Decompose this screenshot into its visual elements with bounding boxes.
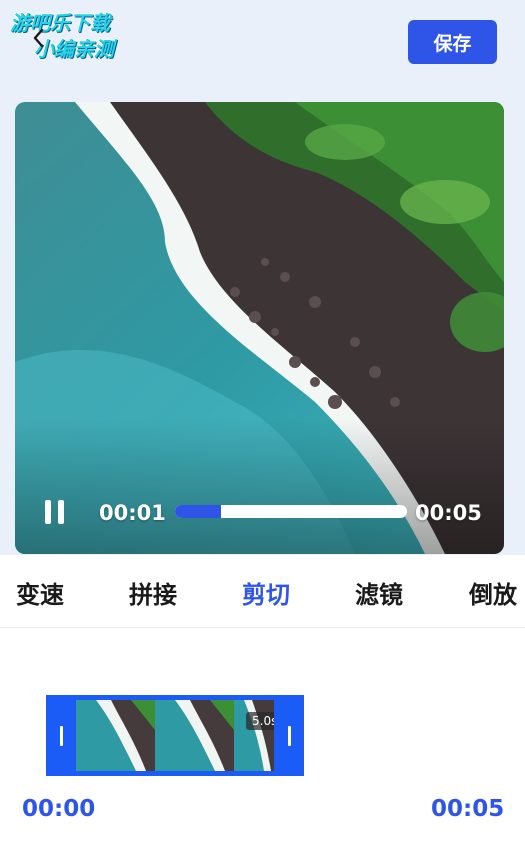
chevron-left-icon [33,28,44,48]
save-button[interactable]: 保存 [408,20,497,64]
trim-handle-left[interactable] [46,695,76,776]
current-time: 00:01 [99,501,166,525]
back-button[interactable] [28,26,48,50]
timeline-frames: 5.0s [76,700,274,771]
video-player[interactable]: 00:01 00:05 [15,102,504,554]
progress-fill [175,505,222,518]
playback-progress-bar[interactable] [175,505,407,518]
pause-bar-left [45,500,51,524]
tab-speed[interactable]: 变速 [16,575,64,610]
tab-filter[interactable]: 滤镜 [355,575,403,610]
total-time: 00:05 [415,501,482,525]
pause-bar-right [58,500,64,524]
edit-tabs: 变速 拼接 剪切 滤镜 倒放 [0,555,525,628]
trim-end-time: 00:05 [431,796,505,822]
tab-reverse[interactable]: 倒放 [469,575,517,610]
thumbnail-strip-image [76,700,274,771]
trim-handle-right[interactable] [274,695,304,776]
tab-cut[interactable]: 剪切 [242,575,290,610]
duration-badge: 5.0s [246,712,274,730]
watermark-line-1: 游吧乐下载 [10,11,110,35]
video-frame-image [15,102,504,554]
trim-start-time: 00:00 [22,796,96,822]
pause-button[interactable] [45,500,69,526]
trim-timeline[interactable]: 5.0s [46,695,304,776]
tab-concat[interactable]: 拼接 [129,575,177,610]
